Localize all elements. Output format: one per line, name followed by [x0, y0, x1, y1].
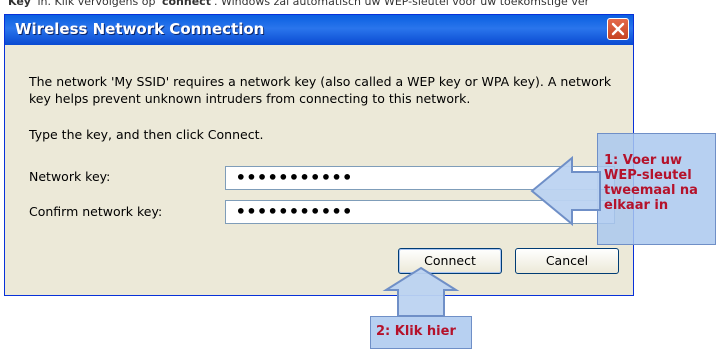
annotation-note-2: 2: Klik hier [376, 324, 456, 339]
arrow-up-icon [382, 266, 460, 317]
